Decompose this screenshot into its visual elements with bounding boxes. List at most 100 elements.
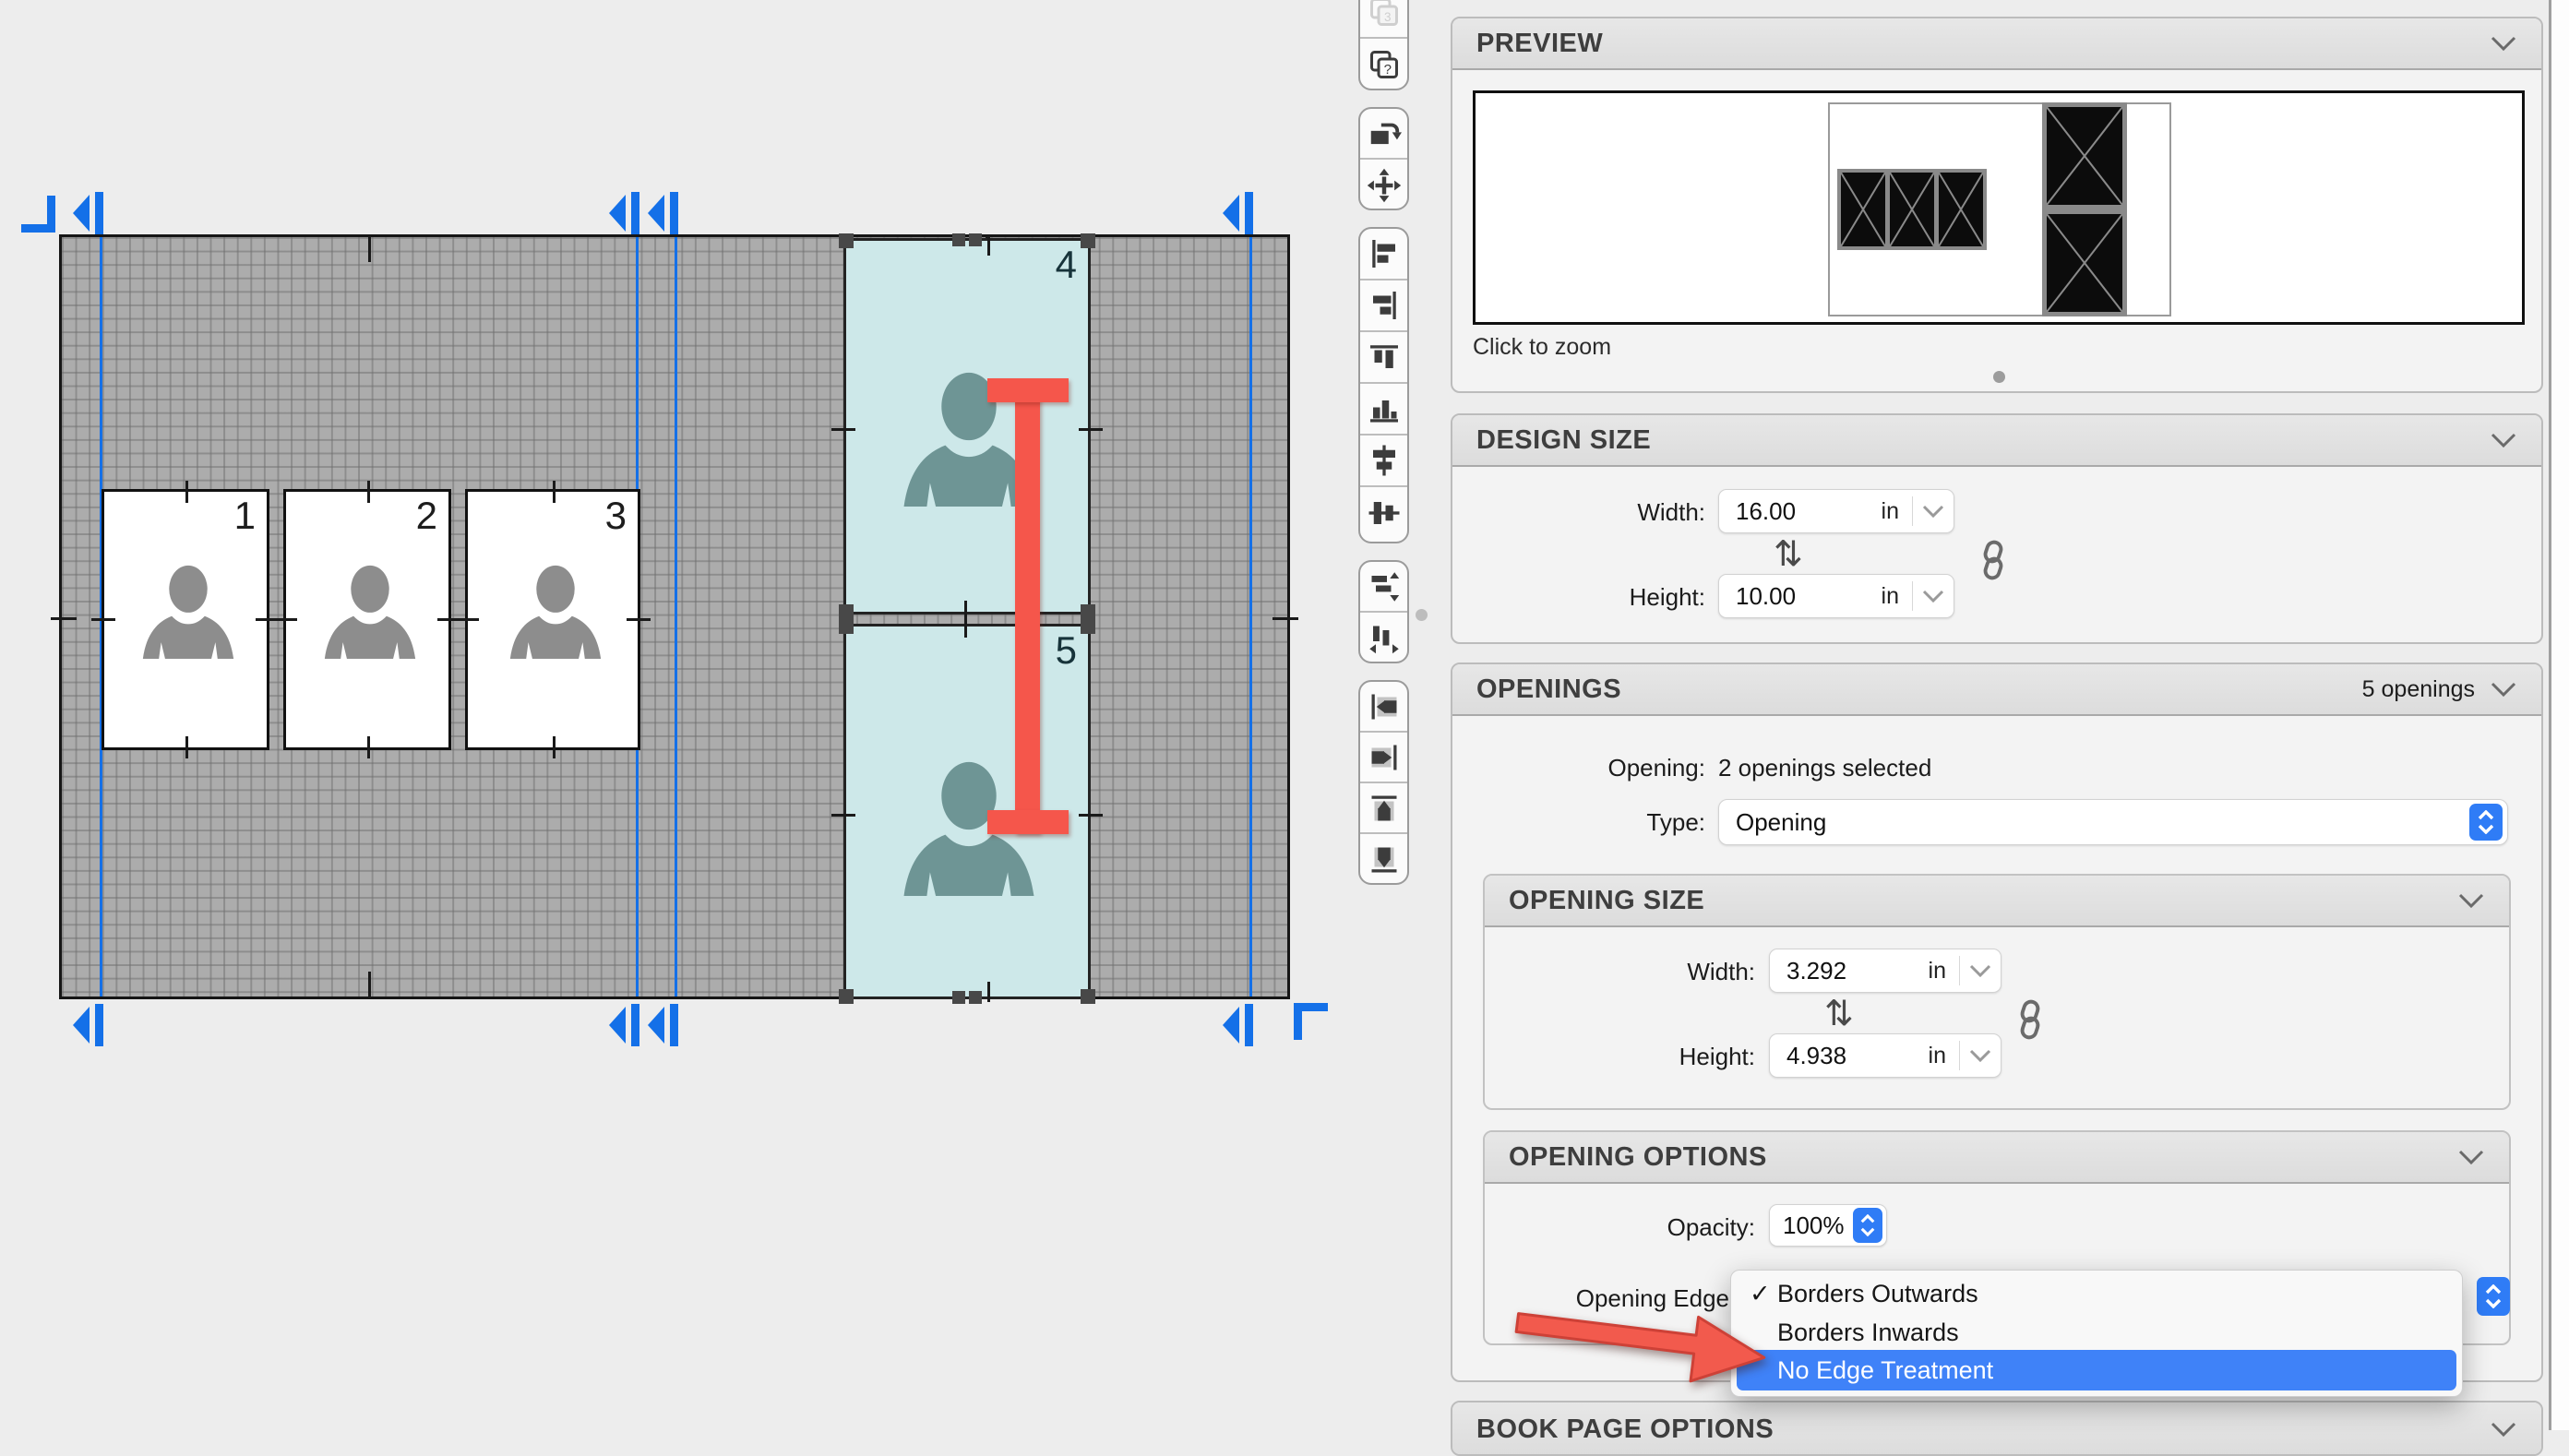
- preview-frame[interactable]: [1473, 90, 2525, 325]
- selection-handle[interactable]: [952, 233, 965, 246]
- width-label: Width:: [1476, 498, 1705, 527]
- openings-header[interactable]: OPENINGS 5 openings: [1452, 664, 2541, 716]
- opening-number: 2: [416, 494, 437, 538]
- height-value[interactable]: 4.938: [1770, 1042, 1929, 1070]
- chevron-down-icon[interactable]: [2490, 35, 2517, 52]
- type-value: Opening: [1719, 808, 2469, 837]
- selection-handle[interactable]: [1081, 989, 1095, 1004]
- align-left-button[interactable]: [1360, 229, 1407, 280]
- selection-handle[interactable]: [952, 991, 965, 1004]
- chevron-down-icon[interactable]: [2457, 892, 2485, 909]
- width-value[interactable]: 16.00: [1719, 497, 1882, 526]
- selection-handle[interactable]: [1081, 233, 1095, 248]
- duplicate-to-pages-button[interactable]: 3: [1360, 0, 1407, 39]
- toolbar-group-duplicate: 3 ?: [1358, 0, 1409, 90]
- chevron-down-icon[interactable]: [2490, 681, 2517, 698]
- swap-dimensions-button[interactable]: ⇅: [1824, 993, 1854, 1034]
- swap-dimensions-button[interactable]: ⇅: [1774, 533, 1803, 575]
- selection-handle[interactable]: [969, 991, 982, 1004]
- selection-handle[interactable]: [1081, 619, 1095, 634]
- align-right-button[interactable]: [1360, 280, 1407, 332]
- chevron-down-icon[interactable]: [2490, 1421, 2517, 1438]
- toolbar-group-align: [1358, 227, 1409, 543]
- align-bottom-button[interactable]: [1360, 384, 1407, 436]
- opacity-value[interactable]: 100%: [1770, 1211, 1853, 1240]
- distribute-horizontal-icon: [1368, 622, 1401, 655]
- move-button[interactable]: [1360, 160, 1407, 210]
- move-to-top-edge-button[interactable]: [1360, 783, 1407, 834]
- guide-line[interactable]: [675, 237, 677, 997]
- menu-item-borders-outwards[interactable]: Borders Outwards: [1777, 1280, 1978, 1308]
- center-tick: [1079, 428, 1103, 431]
- design-size-header[interactable]: DESIGN SIZE: [1452, 415, 2541, 467]
- book-page-options-header[interactable]: BOOK PAGE OPTIONS: [1452, 1402, 2541, 1456]
- guide-line[interactable]: [1249, 237, 1252, 997]
- click-to-zoom-hint[interactable]: Click to zoom: [1473, 334, 1611, 361]
- opening-edge-select-stepper[interactable]: [2477, 1277, 2510, 1316]
- rotate-button[interactable]: [1360, 109, 1407, 160]
- select-stepper-icon[interactable]: [2469, 804, 2503, 841]
- type-select[interactable]: Opening: [1718, 799, 2508, 845]
- move-to-left-edge-icon: [1368, 690, 1401, 723]
- opening-edge-menu: ✓ Borders Outwards Borders Inwards No Ed…: [1730, 1270, 2463, 1397]
- width-value[interactable]: 3.292: [1770, 957, 1929, 985]
- guide-marker[interactable]: [1221, 1004, 1258, 1046]
- height-value[interactable]: 10.00: [1719, 582, 1882, 611]
- move-arrows-icon: [1367, 168, 1402, 203]
- duplicate-unknown-page-button[interactable]: ?: [1360, 39, 1407, 90]
- align-center-horizontal-button[interactable]: [1360, 436, 1407, 487]
- chevron-down-icon[interactable]: [2457, 1149, 2485, 1165]
- opening-number: 1: [234, 494, 256, 538]
- opening-options-header[interactable]: OPENING OPTIONS: [1485, 1132, 2509, 1184]
- opening-4-selected[interactable]: 4: [843, 238, 1091, 615]
- align-center-horizontal-icon: [1368, 444, 1401, 477]
- page-indicator-dot[interactable]: [1993, 371, 2005, 383]
- unit-dropdown-button[interactable]: [1960, 964, 2001, 977]
- opening-1[interactable]: 1: [102, 489, 269, 750]
- center-tick: [987, 235, 990, 256]
- distribute-vertical-button[interactable]: [1360, 562, 1407, 613]
- guide-marker[interactable]: [607, 192, 644, 234]
- design-canvas[interactable]: 1 2 3 4: [59, 234, 1290, 999]
- guide-marker[interactable]: [607, 1004, 644, 1046]
- link-dimensions-icon[interactable]: [2013, 998, 2047, 1041]
- move-to-right-edge-button[interactable]: [1360, 733, 1407, 783]
- selection-handle[interactable]: [839, 619, 854, 634]
- move-to-bottom-edge-button[interactable]: [1360, 834, 1407, 885]
- selection-handle[interactable]: [839, 989, 854, 1004]
- move-to-left-edge-button[interactable]: [1360, 682, 1407, 733]
- selection-handle[interactable]: [969, 233, 982, 246]
- selection-handle[interactable]: [1081, 604, 1095, 619]
- section-title: DESIGN SIZE: [1476, 425, 1651, 456]
- opacity-field[interactable]: 100%: [1769, 1204, 1887, 1247]
- opening-size-header[interactable]: OPENING SIZE: [1485, 876, 2509, 927]
- guide-marker[interactable]: [71, 192, 108, 234]
- guide-marker[interactable]: [646, 192, 683, 234]
- guide-marker[interactable]: [1221, 192, 1258, 234]
- unit-dropdown-button[interactable]: [1913, 590, 1954, 603]
- unit-dropdown-button[interactable]: [1913, 505, 1954, 518]
- design-width-field[interactable]: 16.00 in: [1718, 489, 1954, 533]
- menu-item-no-edge-treatment[interactable]: No Edge Treatment: [1737, 1350, 2456, 1390]
- opening-width-field[interactable]: 3.292 in: [1769, 949, 2001, 993]
- opening-3[interactable]: 3: [465, 489, 640, 750]
- unit-dropdown-button[interactable]: [1960, 1049, 2001, 1062]
- opening-height-field[interactable]: 4.938 in: [1769, 1033, 2001, 1078]
- design-height-field[interactable]: 10.00 in: [1718, 574, 1954, 618]
- stepper-icon[interactable]: [1853, 1208, 1882, 1243]
- chevron-down-icon[interactable]: [2490, 432, 2517, 448]
- menu-item-borders-inwards[interactable]: Borders Inwards: [1777, 1319, 1959, 1347]
- scroll-strip[interactable]: [2549, 0, 2569, 1430]
- selection-handle[interactable]: [839, 233, 854, 248]
- align-center-vertical-button[interactable]: [1360, 487, 1407, 539]
- preview-header[interactable]: PREVIEW: [1452, 18, 2541, 70]
- link-dimensions-icon[interactable]: [1977, 539, 2010, 581]
- guide-marker[interactable]: [646, 1004, 683, 1046]
- align-top-button[interactable]: [1360, 332, 1407, 384]
- preview-openings-row: [1837, 169, 1987, 250]
- selection-handle[interactable]: [839, 604, 854, 619]
- guide-marker[interactable]: [71, 1004, 108, 1046]
- ruler-tick: [368, 236, 371, 262]
- opening-2[interactable]: 2: [283, 489, 451, 750]
- distribute-horizontal-button[interactable]: [1360, 613, 1407, 663]
